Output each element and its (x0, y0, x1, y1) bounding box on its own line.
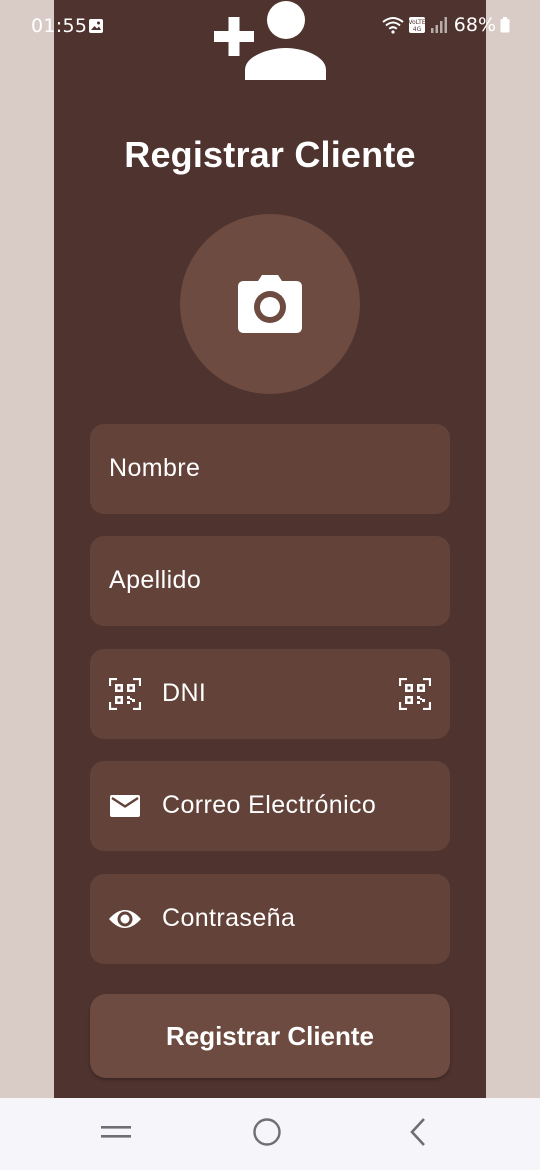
dni-label: DNI (162, 679, 207, 707)
svg-text:4G: 4G (413, 26, 422, 33)
recent-apps-icon (101, 1126, 131, 1138)
home-button[interactable] (237, 1112, 297, 1152)
qr-scan-icon[interactable] (399, 678, 431, 710)
recent-apps-button[interactable] (86, 1112, 146, 1152)
volte-icon: VoLTE 4G (408, 17, 426, 33)
svg-text:VoLTE: VoLTE (408, 19, 425, 26)
camera-icon (238, 275, 302, 333)
mail-icon (110, 795, 140, 817)
apellido-label: Apellido (109, 566, 202, 594)
dni-field[interactable]: DNI (90, 649, 450, 739)
app-screen: 01:55 VoLTE 4G 68% Registrar Cliente Nom… (0, 0, 540, 1170)
wifi-icon (382, 17, 404, 34)
contrasena-label: Contraseña (162, 904, 296, 932)
system-nav-bar (0, 1098, 540, 1170)
person-add-icon (214, 1, 326, 80)
battery-percent: 68% (453, 14, 496, 36)
photo-picker[interactable] (180, 214, 360, 394)
signal-icon (430, 17, 447, 33)
battery-icon (500, 17, 510, 33)
contrasena-field[interactable]: Contraseña (90, 874, 450, 964)
nombre-label: Nombre (109, 454, 201, 482)
page-title: Registrar Cliente (124, 134, 416, 175)
home-icon (253, 1118, 281, 1146)
eye-icon (109, 910, 141, 928)
back-button[interactable] (388, 1112, 448, 1152)
back-icon (410, 1118, 425, 1146)
nombre-field[interactable]: Nombre (90, 424, 450, 514)
correo-label: Correo Electrónico (162, 791, 377, 819)
status-icons: VoLTE 4G 68% (382, 14, 510, 36)
qr-icon (109, 678, 141, 710)
correo-field[interactable]: Correo Electrónico (90, 761, 450, 851)
status-time: 01:55 (31, 15, 88, 37)
apellido-field[interactable]: Apellido (90, 536, 450, 626)
gallery-icon (89, 19, 103, 33)
register-button[interactable]: Registrar Cliente (90, 994, 450, 1078)
